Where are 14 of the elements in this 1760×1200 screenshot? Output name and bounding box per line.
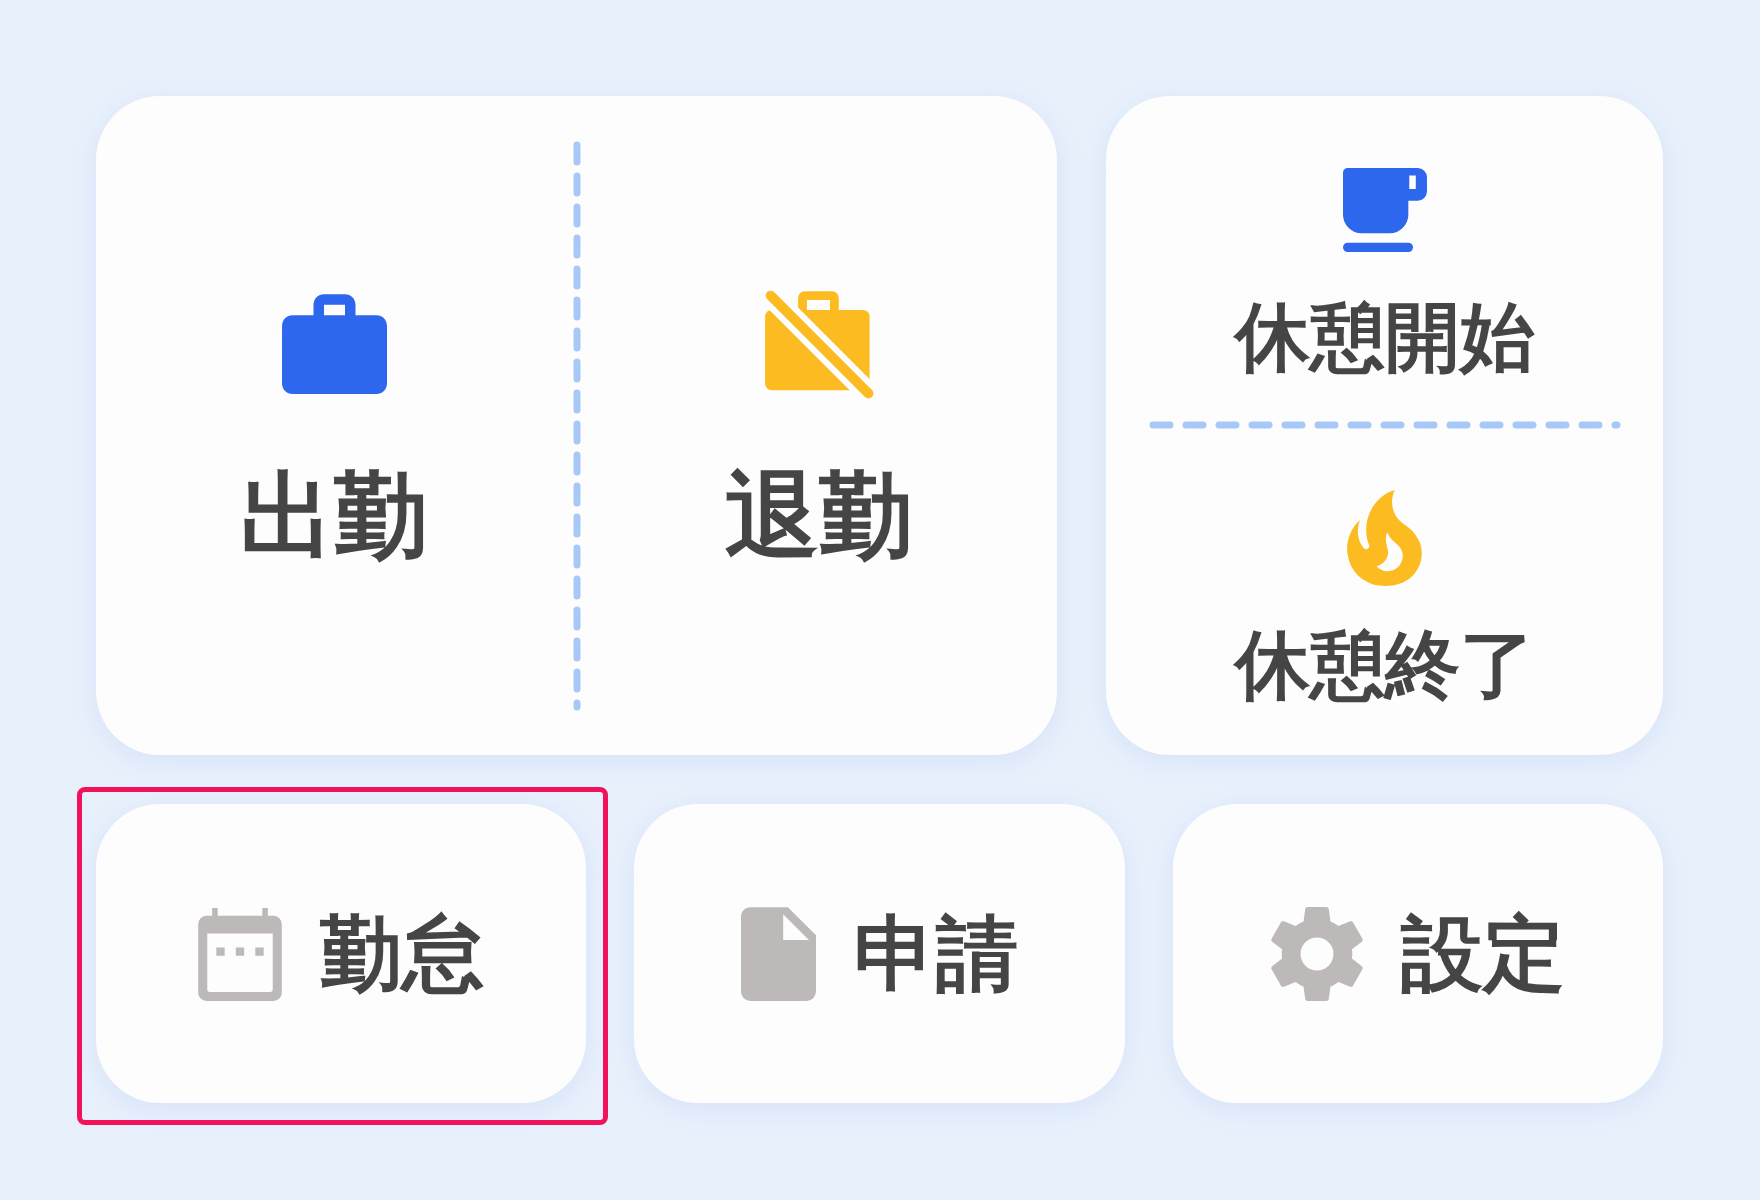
break-start-button[interactable]: 休憩開始 — [1106, 96, 1663, 421]
flame-icon — [1347, 489, 1422, 586]
gear-icon — [1270, 906, 1363, 1001]
calendar-icon — [198, 906, 283, 1001]
settings-button[interactable]: 設定 — [1172, 804, 1663, 1103]
document-icon — [741, 906, 816, 1001]
cup-icon — [1342, 168, 1427, 252]
attendance-button[interactable]: 勤怠 — [96, 804, 587, 1103]
briefcase-icon — [281, 293, 387, 394]
request-button[interactable]: 申請 — [634, 804, 1125, 1103]
clock-out-button[interactable]: 退勤 — [580, 96, 1057, 755]
break-end-button[interactable]: 休憩終了 — [1106, 429, 1663, 755]
crossed-briefcase-icon — [763, 288, 874, 399]
clock-in-button[interactable]: 出勤 — [96, 96, 573, 755]
